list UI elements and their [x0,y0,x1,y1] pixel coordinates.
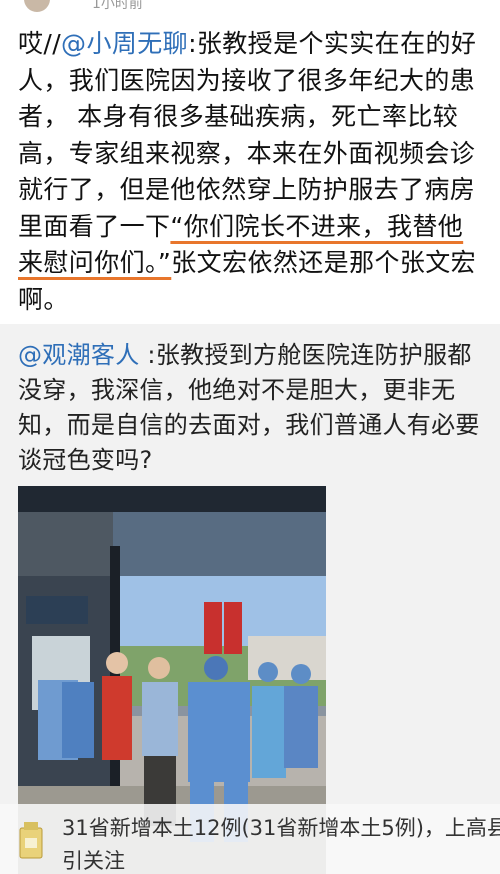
original-author-mention[interactable]: @观潮客人 [18,341,140,369]
post-time: 1小时前 [92,0,143,12]
avatar[interactable] [24,0,50,12]
news-headline[interactable]: 31省新增本土12例(31省新增本土5例)，上高县疫情引关注 [62,812,500,874]
original-post: @观潮客人 :张教授到方舱医院连防护服都没穿，我深信，他绝对不是胆大，更非无知，… [0,324,500,874]
repost-main: 哎//@小周无聊:张教授是个实实在在的好人，我们医院因为接收了很多年纪大的患者，… [0,18,500,324]
news-caption-bar[interactable]: 31省新增本土12例(31省新增本土5例)，上高县疫情引关注 [0,804,500,874]
original-post-text: @观潮客人 :张教授到方舱医院连防护服都没穿，我深信，他绝对不是胆大，更非无知，… [18,338,486,478]
repost-prefix: 哎// [18,29,62,58]
mention-link[interactable]: @小周无聊 [61,29,188,58]
previous-post-strip: 1小时前 [0,0,500,14]
repost-body: :张教授是个实实在在的好人，我们医院因为接收了很多年纪大的患者， 本身有很多基础… [18,29,477,241]
sanitizer-bottle-icon [19,822,43,859]
repost-text: 哎//@小周无聊:张教授是个实实在在的好人，我们医院因为接收了很多年纪大的患者，… [18,26,486,318]
